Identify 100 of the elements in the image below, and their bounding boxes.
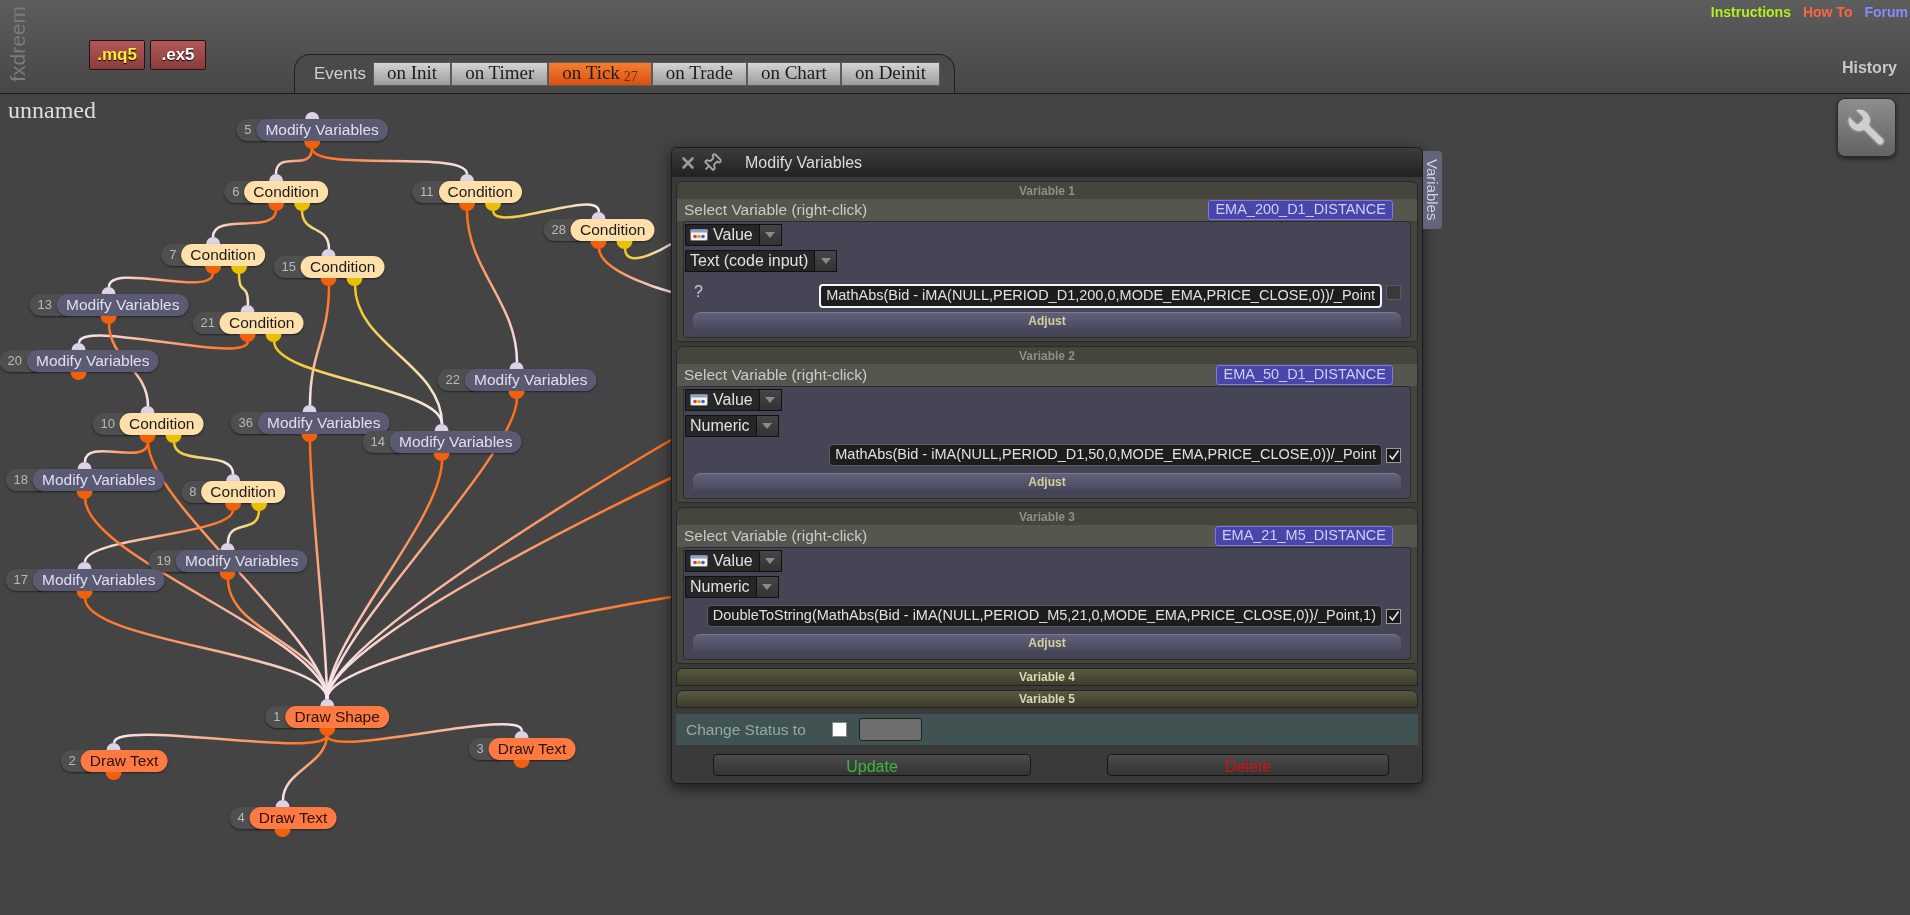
input-port-icon xyxy=(460,174,474,181)
code-field[interactable]: DoubleToString(MathAbs(Bid - iMA(NULL,PERIOD_M5,21,0,MODE_EMA,PRICE_CLOSE,0))/_Point,1) xyxy=(706,605,1382,627)
select-variable-label: Select Variable (right-click) xyxy=(684,365,868,386)
pin-button[interactable] xyxy=(701,151,723,174)
output-port-icon xyxy=(459,203,475,211)
input-port-icon xyxy=(269,174,283,181)
caret-down-icon xyxy=(762,584,773,590)
input-port-icon xyxy=(206,237,220,244)
node-label: Modify Variables xyxy=(256,119,388,141)
history-link[interactable]: History xyxy=(1841,56,1897,80)
field-label: ? xyxy=(693,282,703,302)
output-port-icon xyxy=(591,241,607,249)
section-header[interactable]: Variable 1 xyxy=(677,182,1417,199)
node-label: Condition xyxy=(120,413,204,435)
status-label: Change Status to xyxy=(686,719,806,740)
node-label: Modify Variables xyxy=(390,431,522,453)
value-icon xyxy=(690,555,708,567)
source-dropdown[interactable]: Value xyxy=(685,550,782,572)
output-port-icon xyxy=(275,829,291,837)
output-port-icon xyxy=(509,391,525,399)
output-port-icon xyxy=(225,503,241,511)
node-label: Modify Variables xyxy=(33,569,165,591)
output-port-icon xyxy=(220,572,236,580)
input-port-icon xyxy=(107,743,121,750)
section-header[interactable]: Variable 4 xyxy=(676,668,1418,686)
node-label: Condition xyxy=(181,244,265,266)
file-button[interactable]: .mq5 xyxy=(89,40,145,70)
node-label: Draw Text xyxy=(80,750,168,772)
node-label: Condition xyxy=(201,481,285,503)
output-port-icon xyxy=(485,203,501,211)
output-port-icon xyxy=(71,372,87,380)
section-header[interactable]: Variable 2 xyxy=(677,347,1417,364)
status-field[interactable] xyxy=(858,718,922,741)
variable-name-badge[interactable]: EMA_200_D1_DISTANCE xyxy=(1208,200,1393,220)
output-port-icon xyxy=(106,772,122,780)
adjust-button[interactable]: Adjust xyxy=(693,634,1401,651)
type-dropdown[interactable]: Numeric xyxy=(685,415,779,437)
event-tab[interactable]: on Timer xyxy=(451,62,549,86)
output-port-icon xyxy=(101,316,117,324)
checkbox[interactable] xyxy=(831,722,847,737)
caret-down-icon xyxy=(762,423,773,429)
input-port-icon xyxy=(276,800,290,807)
events-label: Events xyxy=(314,63,366,86)
adjust-button[interactable]: Adjust xyxy=(693,312,1401,329)
section-header[interactable]: Variable 5 xyxy=(676,690,1418,708)
file-button[interactable]: .ex5 xyxy=(150,40,206,70)
node-label: Modify Variables xyxy=(258,412,390,434)
variable-name-badge[interactable]: EMA_21_M5_DISTANCE xyxy=(1214,526,1393,546)
code-field[interactable]: MathAbs(Bid - iMA(NULL,PERIOD_D1,200,0,MODE_EMA,PRICE_CLOSE,0))/_Point xyxy=(819,284,1382,308)
node-label: Modify Variables xyxy=(465,369,597,391)
input-port-icon xyxy=(102,287,116,294)
input-port-icon xyxy=(78,562,92,569)
side-tab[interactable]: Variables xyxy=(1423,151,1442,229)
node-label: Modify Variables xyxy=(27,350,159,372)
event-tab[interactable]: on Init xyxy=(373,62,452,86)
input-port-icon xyxy=(515,731,529,738)
output-port-icon xyxy=(617,241,633,249)
source-dropdown[interactable]: Value xyxy=(685,389,782,411)
connector-line xyxy=(211,209,278,238)
checkmark-icon xyxy=(1387,610,1400,622)
checkbox[interactable] xyxy=(1386,284,1401,300)
event-tab[interactable]: on Tick 27 xyxy=(548,62,652,86)
output-port-icon xyxy=(231,266,247,274)
connector-line xyxy=(237,272,250,306)
wrench-button[interactable] xyxy=(1837,98,1896,157)
caret-down-icon xyxy=(820,258,831,264)
node-label: Draw Text xyxy=(249,807,337,829)
output-port-icon xyxy=(240,334,256,342)
node-label: Condition xyxy=(220,312,304,334)
type-dropdown[interactable]: Text (code input) xyxy=(685,250,838,272)
event-tab[interactable]: on Trade xyxy=(651,62,747,86)
dialog-button[interactable]: Update xyxy=(713,754,1031,776)
code-field[interactable]: MathAbs(Bid - iMA(NULL,PERIOD_D1,50,0,MODE_EMA,PRICE_CLOSE,0))/_Point xyxy=(829,444,1382,466)
input-port-icon xyxy=(510,362,524,369)
output-port-icon xyxy=(140,435,156,443)
input-port-icon xyxy=(592,212,606,219)
node-label: Condition xyxy=(244,181,328,203)
type-dropdown[interactable]: Numeric xyxy=(685,576,779,598)
checkbox[interactable] xyxy=(1386,608,1401,624)
event-tab[interactable]: on Deinit xyxy=(840,62,941,86)
input-port-icon xyxy=(320,699,334,706)
output-port-icon xyxy=(321,278,337,286)
node-label: Condition xyxy=(438,181,522,203)
output-port-icon xyxy=(302,434,318,442)
output-port-icon xyxy=(514,760,530,768)
adjust-button[interactable]: Adjust xyxy=(693,473,1401,490)
node-label: Condition xyxy=(301,256,385,278)
variable-name-badge[interactable]: EMA_50_D1_DISTANCE xyxy=(1216,365,1393,385)
header-link[interactable]: Instructions xyxy=(1710,2,1791,23)
node-label: Draw Text xyxy=(488,738,576,760)
input-port-icon xyxy=(435,424,449,431)
select-variable-label: Select Variable (right-click) xyxy=(684,200,868,221)
section-header[interactable]: Variable 3 xyxy=(677,508,1417,525)
input-port-icon xyxy=(241,305,255,312)
source-dropdown[interactable]: Value xyxy=(685,224,782,246)
input-port-icon xyxy=(141,406,155,413)
checkbox[interactable] xyxy=(1386,447,1401,463)
output-port-icon xyxy=(77,491,93,499)
event-tab[interactable]: on Chart xyxy=(746,62,841,86)
node-label: Draw Shape xyxy=(285,706,389,728)
